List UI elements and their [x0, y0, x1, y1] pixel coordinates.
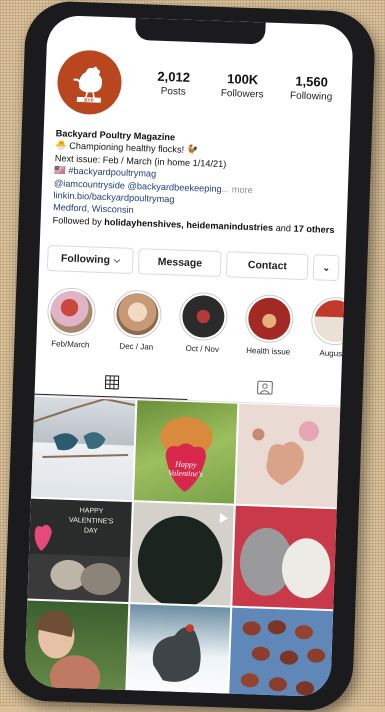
hen-heart-photo [134, 400, 238, 503]
following-count: 1,560 [281, 73, 341, 90]
profile-action-buttons: Following ⌵ Message Contact ⌄ [47, 245, 340, 281]
post-heart-treats[interactable] [236, 404, 340, 507]
chalkboard-text: HAPPY VALENTINE'S DAY [66, 506, 117, 538]
dark-egg-photo [130, 502, 234, 605]
post-valentine-hen[interactable]: Happy Valentine's [134, 400, 238, 503]
followed-by-and: and [276, 223, 292, 234]
following-label: Following [281, 90, 341, 103]
followers-label: Followers [212, 88, 272, 101]
following-stat[interactable]: 1,560 Following [281, 73, 342, 103]
highlight-label: Feb/March [44, 339, 96, 350]
contact-button[interactable]: Contact [226, 251, 309, 280]
highlight-august[interactable]: August / [308, 296, 354, 359]
phone-notch [135, 18, 266, 45]
following-button[interactable]: Following ⌵ [47, 245, 134, 274]
posts-stat[interactable]: 2,012 Posts [143, 68, 204, 98]
chevron-down-icon: ⌵ [114, 255, 120, 265]
phone-frame: BYP 2,012 Posts 100K Followers 1,560 Fol… [2, 0, 376, 712]
profile-bio: Backyard Poultry Magazine 🐣 Championing … [52, 127, 339, 236]
post-grid: Happy Valentine's HAPPY VALENTINE'S DAY [24, 397, 340, 698]
post-caption-text: Happy Valentine's [160, 459, 211, 479]
followed-by-prefix: Followed by [52, 215, 101, 227]
post-peacock[interactable] [31, 397, 135, 500]
highlight-thumbnail [50, 290, 93, 333]
instagram-profile-screen: BYP 2,012 Posts 100K Followers 1,560 Fol… [24, 15, 353, 697]
brown-eggs-photo [229, 608, 333, 697]
posts-count: 2,012 [143, 68, 203, 85]
posts-label: Posts [143, 85, 203, 98]
highlight-health-issue[interactable]: Health issue [242, 294, 296, 357]
highlight-dec-jan[interactable]: Dec / Jan [110, 289, 164, 352]
story-highlights: Feb/March Dec / Jan Oct / Nov Health iss… [44, 287, 344, 358]
highlight-feb-march[interactable]: Feb/March [44, 287, 98, 350]
video-play-icon [219, 513, 227, 523]
message-button[interactable]: Message [138, 248, 221, 277]
svg-text:BYP: BYP [84, 97, 94, 102]
followers-count: 100K [212, 71, 272, 88]
more-link[interactable]: ... more [221, 184, 252, 195]
silkie-chickens-photo [233, 506, 337, 609]
tagged-person-icon [256, 380, 272, 395]
post-hen-in-snow[interactable] [126, 604, 230, 697]
post-brown-eggs[interactable] [229, 608, 333, 697]
suggested-dropdown-button[interactable]: ⌄ [313, 254, 339, 281]
post-black-egg[interactable] [130, 502, 234, 605]
post-woman-with-chicken[interactable] [24, 601, 128, 698]
tab-grid[interactable] [35, 365, 189, 400]
followers-stat[interactable]: 100K Followers [212, 71, 273, 101]
highlight-label: August / [308, 348, 354, 359]
highlight-label: Oct / Nov [176, 344, 228, 355]
contact-button-label: Contact [248, 259, 287, 272]
profile-stats: 2,012 Posts 100K Followers 1,560 Followi… [143, 68, 342, 103]
woman-chicken-photo [24, 601, 128, 698]
highlight-label: Health issue [242, 346, 294, 357]
following-button-label: Following [61, 252, 110, 266]
highlight-thumbnail [116, 292, 159, 335]
highlight-label: Dec / Jan [110, 341, 162, 352]
peacock-photo [31, 397, 135, 500]
profile-header: BYP 2,012 Posts 100K Followers 1,560 Fol… [56, 49, 342, 129]
rooster-logo-icon: BYP [65, 58, 115, 108]
message-button-label: Message [158, 256, 203, 270]
highlight-oct-nov[interactable]: Oct / Nov [176, 292, 230, 355]
profile-avatar[interactable]: BYP [56, 49, 122, 115]
highlight-thumbnail [182, 295, 225, 338]
post-happy-valentines-chicks[interactable]: HAPPY VALENTINE'S DAY [27, 499, 131, 602]
highlight-thumbnail [314, 299, 354, 342]
followed-by-others: 17 others [293, 223, 334, 234]
chevron-down-icon: ⌄ [322, 262, 330, 273]
hen-snow-photo [126, 604, 230, 697]
highlight-thumbnail [248, 297, 291, 340]
tab-tagged[interactable] [187, 370, 341, 405]
heart-treats-photo [236, 404, 340, 507]
grid-icon [104, 375, 118, 389]
post-silkie-chickens[interactable] [233, 506, 337, 609]
